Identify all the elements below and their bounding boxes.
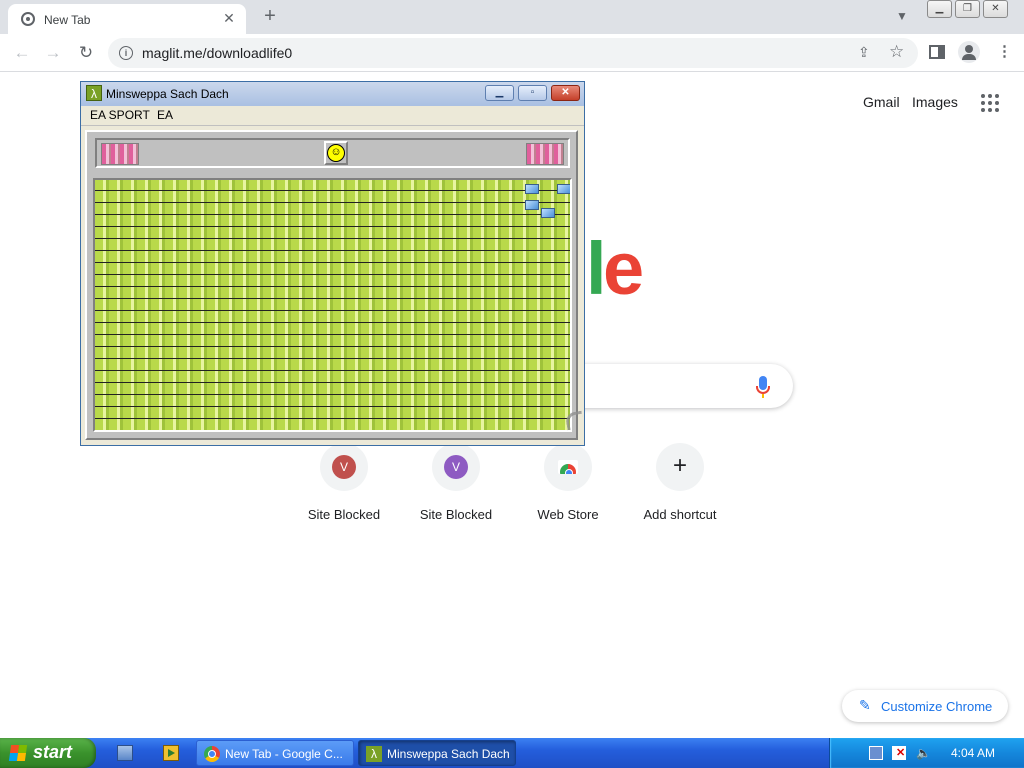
minimize-icon[interactable]: ▁ <box>485 85 514 101</box>
menu-ea[interactable]: EA <box>157 108 173 122</box>
media-player-icon[interactable] <box>163 745 179 761</box>
customize-chrome-button[interactable]: ✎ Customize Chrome <box>842 690 1008 722</box>
shortcut-site-blocked-1[interactable]: V Site Blocked <box>288 443 400 533</box>
more-menu-icon[interactable]: ⋮ <box>997 42 1012 60</box>
shortcut-add[interactable]: + Add shortcut <box>624 443 736 533</box>
start-button[interactable]: start <box>0 738 96 768</box>
voice-search-icon-stem <box>762 394 764 398</box>
minesweeper-app-icon: λ <box>86 85 102 101</box>
taskbar-item-label: New Tab - Google C... <box>225 747 343 761</box>
close-icon[interactable]: ✕ <box>551 85 580 101</box>
pencil-icon: ✎ <box>859 697 871 713</box>
volume-icon[interactable]: 🔈 <box>916 746 931 760</box>
minimize-window-button[interactable]: ▁ <box>927 0 952 18</box>
minesweeper-menubar: EA SPORT EA <box>81 106 584 126</box>
taskbar: start New Tab - Google C... λ Minsweppa … <box>0 738 1024 768</box>
system-tray: ✕ 🔈 4:04 AM <box>829 738 1024 768</box>
browser-toolbar: ← → ↻ i maglit.me/downloadlife0 ⇪ ☆ ⋮ <box>0 34 1024 72</box>
taskbar-item-label: Minsweppa Sach Dach <box>387 747 510 761</box>
tab-search-chevron-icon[interactable]: ▼ <box>896 9 908 23</box>
gmail-link[interactable]: Gmail <box>863 94 900 110</box>
taskbar-item-chrome[interactable]: New Tab - Google C... <box>196 740 354 766</box>
tab-strip: New Tab ✕ + ▼ ▁ ❐ ✕ <box>0 0 1024 34</box>
revealed-cell[interactable] <box>525 200 539 210</box>
bookmark-star-icon[interactable]: ☆ <box>889 42 904 62</box>
shortcut-letter-icon: V <box>444 455 468 479</box>
resize-grip-icon[interactable] <box>566 412 594 440</box>
shortcut-tile: V <box>432 443 480 491</box>
chrome-icon <box>204 746 220 762</box>
taskbar-clock[interactable]: 4:04 AM <box>951 746 995 760</box>
shortcut-tile: + <box>656 443 704 491</box>
shortcut-label: Add shortcut <box>643 507 717 522</box>
smiley-reset-button[interactable]: ☺ <box>324 141 348 165</box>
minesweeper-title: Minsweppa Sach Dach <box>106 87 229 101</box>
start-label: start <box>33 742 73 762</box>
network-icon[interactable] <box>869 746 883 760</box>
google-logo-e: e <box>603 227 645 310</box>
tab-title: New Tab <box>44 13 91 27</box>
chrome-favicon-icon <box>21 12 35 26</box>
menu-ea-sport[interactable]: EA SPORT <box>90 108 150 122</box>
mine-field-grid[interactable] <box>93 178 572 432</box>
minesweeper-app-icon: λ <box>366 746 382 762</box>
back-arrow-icon[interactable]: ← <box>11 42 33 64</box>
minesweeper-window[interactable]: λ Minsweppa Sach Dach ▁ ▫ ✕ EA SPORT EA … <box>80 81 585 446</box>
maximize-icon[interactable]: ▫ <box>518 85 547 101</box>
minesweeper-titlebar[interactable]: λ Minsweppa Sach Dach ▁ ▫ ✕ <box>81 82 584 106</box>
revealed-cell[interactable] <box>557 184 570 194</box>
taskbar-item-minesweeper[interactable]: λ Minsweppa Sach Dach <box>358 740 516 766</box>
window-controls: ▁ ❐ ✕ <box>927 0 1011 18</box>
web-store-icon <box>558 460 578 474</box>
address-url[interactable]: maglit.me/downloadlife0 <box>142 45 292 61</box>
shortcut-site-blocked-2[interactable]: V Site Blocked <box>400 443 512 533</box>
close-window-button[interactable]: ✕ <box>983 0 1008 18</box>
shortcut-label: Site Blocked <box>307 507 381 522</box>
tab-new-tab[interactable]: New Tab ✕ <box>8 4 246 34</box>
forward-arrow-icon[interactable]: → <box>42 42 64 64</box>
revealed-cell[interactable] <box>541 208 555 218</box>
share-icon[interactable]: ⇪ <box>858 44 870 61</box>
images-link[interactable]: Images <box>912 94 958 110</box>
shortcut-tile <box>544 443 592 491</box>
shortcut-web-store[interactable]: Web Store <box>512 443 624 533</box>
windows-flag-icon <box>8 745 28 761</box>
restore-window-button[interactable]: ❐ <box>955 0 980 18</box>
customize-chrome-label: Customize Chrome <box>881 699 993 714</box>
status-panel: ☺ <box>95 138 570 168</box>
add-icon: + <box>672 452 687 479</box>
address-bar[interactable]: i maglit.me/downloadlife0 ⇪ ☆ <box>108 38 918 68</box>
shortcut-tile: V <box>320 443 368 491</box>
tab-close-icon[interactable]: ✕ <box>220 10 238 27</box>
new-tab-button[interactable]: + <box>258 5 282 28</box>
shortcut-letter-icon: V <box>332 455 356 479</box>
site-info-icon[interactable]: i <box>119 46 133 60</box>
shortcut-label: Site Blocked <box>419 507 493 522</box>
revealed-cell[interactable] <box>525 184 539 194</box>
smiley-face-icon: ☺ <box>327 144 345 162</box>
minesweeper-board: ☺ <box>85 130 578 440</box>
mine-counter <box>101 143 139 165</box>
timer-counter <box>526 143 564 165</box>
apps-grid-icon[interactable] <box>981 94 999 112</box>
security-alert-icon[interactable]: ✕ <box>892 746 906 760</box>
show-desktop-icon[interactable] <box>117 745 133 761</box>
side-panel-icon[interactable] <box>929 45 945 59</box>
profile-avatar-icon[interactable] <box>958 41 980 63</box>
shortcut-label: Web Store <box>537 507 599 522</box>
reload-icon[interactable]: ↻ <box>75 42 97 64</box>
